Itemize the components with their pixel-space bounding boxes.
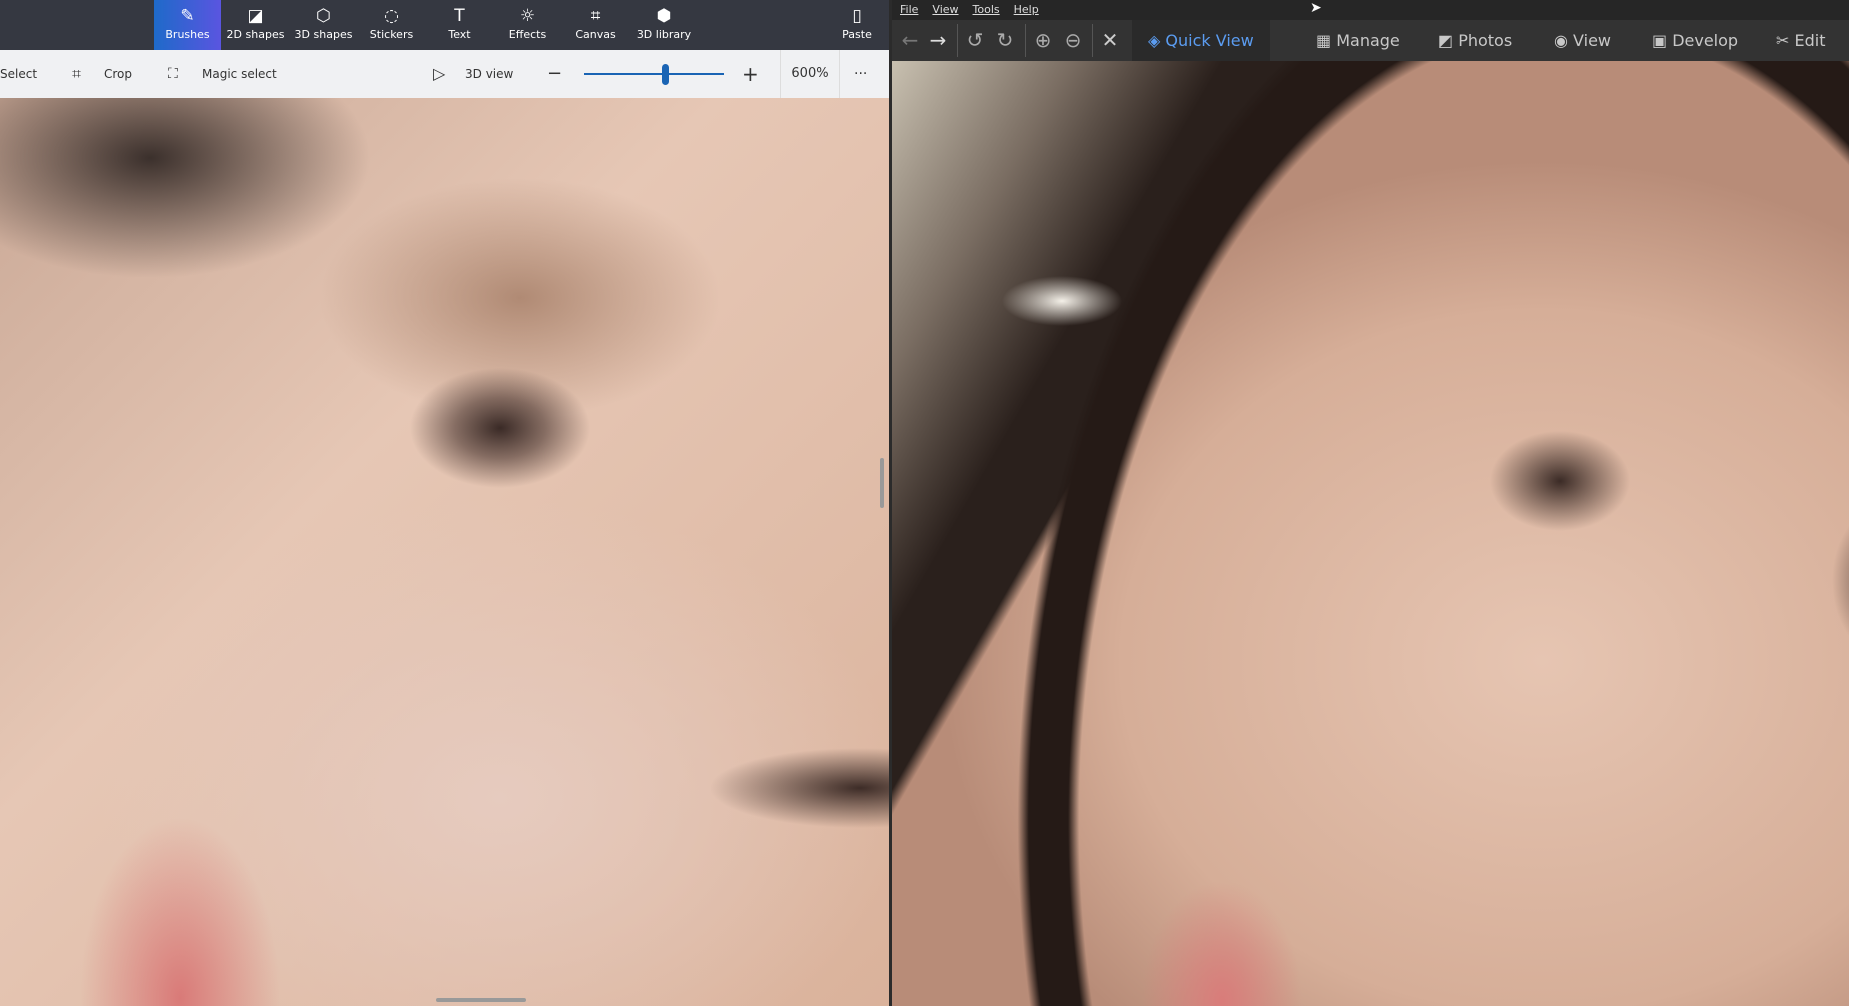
tab-brushes[interactable]: ✎ Brushes bbox=[154, 0, 221, 50]
mouse-cursor-icon: ➤ bbox=[1310, 0, 1322, 16]
3d-shapes-icon: ⬡ bbox=[316, 6, 331, 26]
quick-view-icon: ◈ bbox=[1148, 31, 1166, 50]
eye-icon: ◉ bbox=[1554, 31, 1574, 50]
magic-select-button[interactable]: Magic select bbox=[202, 50, 277, 98]
tab-label: Stickers bbox=[369, 28, 414, 41]
edit-icon: ✂ bbox=[1776, 31, 1795, 50]
rotate-right-icon[interactable]: ↻ bbox=[990, 20, 1020, 61]
text-icon: T bbox=[454, 6, 465, 26]
tab-label: Canvas bbox=[575, 28, 616, 41]
tab-label: 3D library bbox=[636, 28, 692, 41]
tab-label: 2D shapes bbox=[226, 28, 285, 41]
photos-icon: ◩ bbox=[1438, 31, 1459, 50]
tab-label: Effects bbox=[508, 28, 547, 41]
tab-2d-shapes[interactable]: ◪ 2D shapes bbox=[222, 0, 289, 50]
brush-icon: ✎ bbox=[180, 6, 195, 26]
mode-develop[interactable]: ▣ Develop bbox=[1652, 20, 1738, 61]
menu-tools[interactable]: Tools bbox=[973, 0, 1000, 20]
tab-canvas[interactable]: ⌗ Canvas bbox=[562, 0, 629, 50]
mode-label: Photos bbox=[1458, 31, 1513, 50]
paste-label: Paste bbox=[842, 28, 872, 41]
mode-label: Quick View bbox=[1165, 31, 1254, 50]
zoom-in-button[interactable]: + bbox=[742, 50, 759, 98]
2d-shapes-icon: ◪ bbox=[247, 6, 264, 26]
zoom-level[interactable]: 600% bbox=[780, 50, 840, 98]
paint3d-window: ✎ Brushes ◪ 2D shapes ⬡ 3D shapes ◌ Stickers… bbox=[0, 0, 889, 1006]
mode-view[interactable]: ◉ View bbox=[1554, 20, 1611, 61]
stickers-icon: ◌ bbox=[384, 6, 399, 26]
more-button[interactable]: ··· bbox=[854, 50, 867, 98]
mode-quick-view[interactable]: ◈ Quick View bbox=[1132, 20, 1270, 61]
tab-label: 3D shapes bbox=[294, 28, 353, 41]
grid-icon: ▦ bbox=[1316, 31, 1337, 50]
separator bbox=[1092, 24, 1093, 57]
3d-view-icon: ▷ bbox=[433, 64, 446, 83]
forward-arrow-icon[interactable]: → bbox=[924, 20, 952, 61]
zoom-in-icon[interactable]: ⊕ bbox=[1028, 20, 1058, 61]
tab-3d-library[interactable]: ⬢ 3D library bbox=[630, 0, 698, 50]
crop-icon: ⌗ bbox=[72, 64, 82, 83]
horizontal-scrollbar[interactable] bbox=[436, 998, 526, 1002]
select-button[interactable]: Select bbox=[0, 50, 37, 98]
ribbon: ✎ Brushes ◪ 2D shapes ⬡ 3D shapes ◌ Stickers… bbox=[0, 0, 889, 50]
back-arrow-icon[interactable]: ← bbox=[896, 20, 924, 61]
menu-file[interactable]: File bbox=[900, 0, 918, 20]
mode-manage[interactable]: ▦ Manage bbox=[1316, 20, 1400, 61]
close-icon[interactable]: ✕ bbox=[1095, 20, 1125, 61]
canvas-image[interactable] bbox=[0, 98, 889, 1006]
menu-view[interactable]: View bbox=[932, 0, 958, 20]
zoom-slider[interactable] bbox=[584, 50, 724, 98]
tab-effects[interactable]: ☼ Effects bbox=[494, 0, 561, 50]
develop-icon: ▣ bbox=[1652, 31, 1673, 50]
3d-view-button[interactable]: 3D view bbox=[465, 50, 513, 98]
rotate-left-icon[interactable]: ↺ bbox=[960, 20, 990, 61]
separator bbox=[1025, 24, 1026, 57]
zoom-out-button[interactable]: − bbox=[547, 50, 562, 98]
tab-stickers[interactable]: ◌ Stickers bbox=[358, 0, 425, 50]
mode-photos[interactable]: ◩ Photos bbox=[1438, 20, 1512, 61]
viewer-toolbar: ← → ↺ ↻ ⊕ ⊖ ✕ ◈ Quick View ▦ Manage ◩ Ph… bbox=[892, 20, 1849, 61]
magic-select-icon: ⛶ bbox=[168, 66, 178, 82]
tab-3d-shapes[interactable]: ⬡ 3D shapes bbox=[290, 0, 357, 50]
photo-viewer-window: File View Tools Help ← → ↺ ↻ ⊕ ⊖ ✕ ◈ Qui… bbox=[892, 0, 1849, 1006]
mode-edit[interactable]: ✂ Edit bbox=[1776, 20, 1825, 61]
mode-label: Manage bbox=[1336, 31, 1400, 50]
mode-label: View bbox=[1573, 31, 1612, 50]
photo-image[interactable] bbox=[892, 61, 1849, 1006]
mode-label: Edit bbox=[1794, 31, 1826, 50]
tab-label: Text bbox=[448, 28, 471, 41]
canvas-icon: ⌗ bbox=[590, 6, 601, 26]
toolbar: Select ⌗ Crop ⛶ Magic select ▷ 3D view −… bbox=[0, 50, 889, 98]
zoom-slider-thumb[interactable] bbox=[662, 64, 670, 85]
crop-button[interactable]: Crop bbox=[104, 50, 132, 98]
tab-label: Brushes bbox=[165, 28, 210, 41]
paste-button[interactable]: ▯ Paste bbox=[832, 0, 882, 50]
separator bbox=[957, 24, 958, 57]
menu-help[interactable]: Help bbox=[1014, 0, 1039, 20]
vertical-scrollbar[interactable] bbox=[880, 458, 884, 508]
tab-text[interactable]: T Text bbox=[426, 0, 493, 50]
paste-icon: ▯ bbox=[852, 6, 862, 26]
effects-icon: ☼ bbox=[519, 6, 536, 26]
3d-library-icon: ⬢ bbox=[656, 6, 672, 26]
zoom-out-icon[interactable]: ⊖ bbox=[1058, 20, 1088, 61]
mode-label: Develop bbox=[1672, 31, 1739, 50]
menu-bar: File View Tools Help bbox=[892, 0, 1849, 20]
